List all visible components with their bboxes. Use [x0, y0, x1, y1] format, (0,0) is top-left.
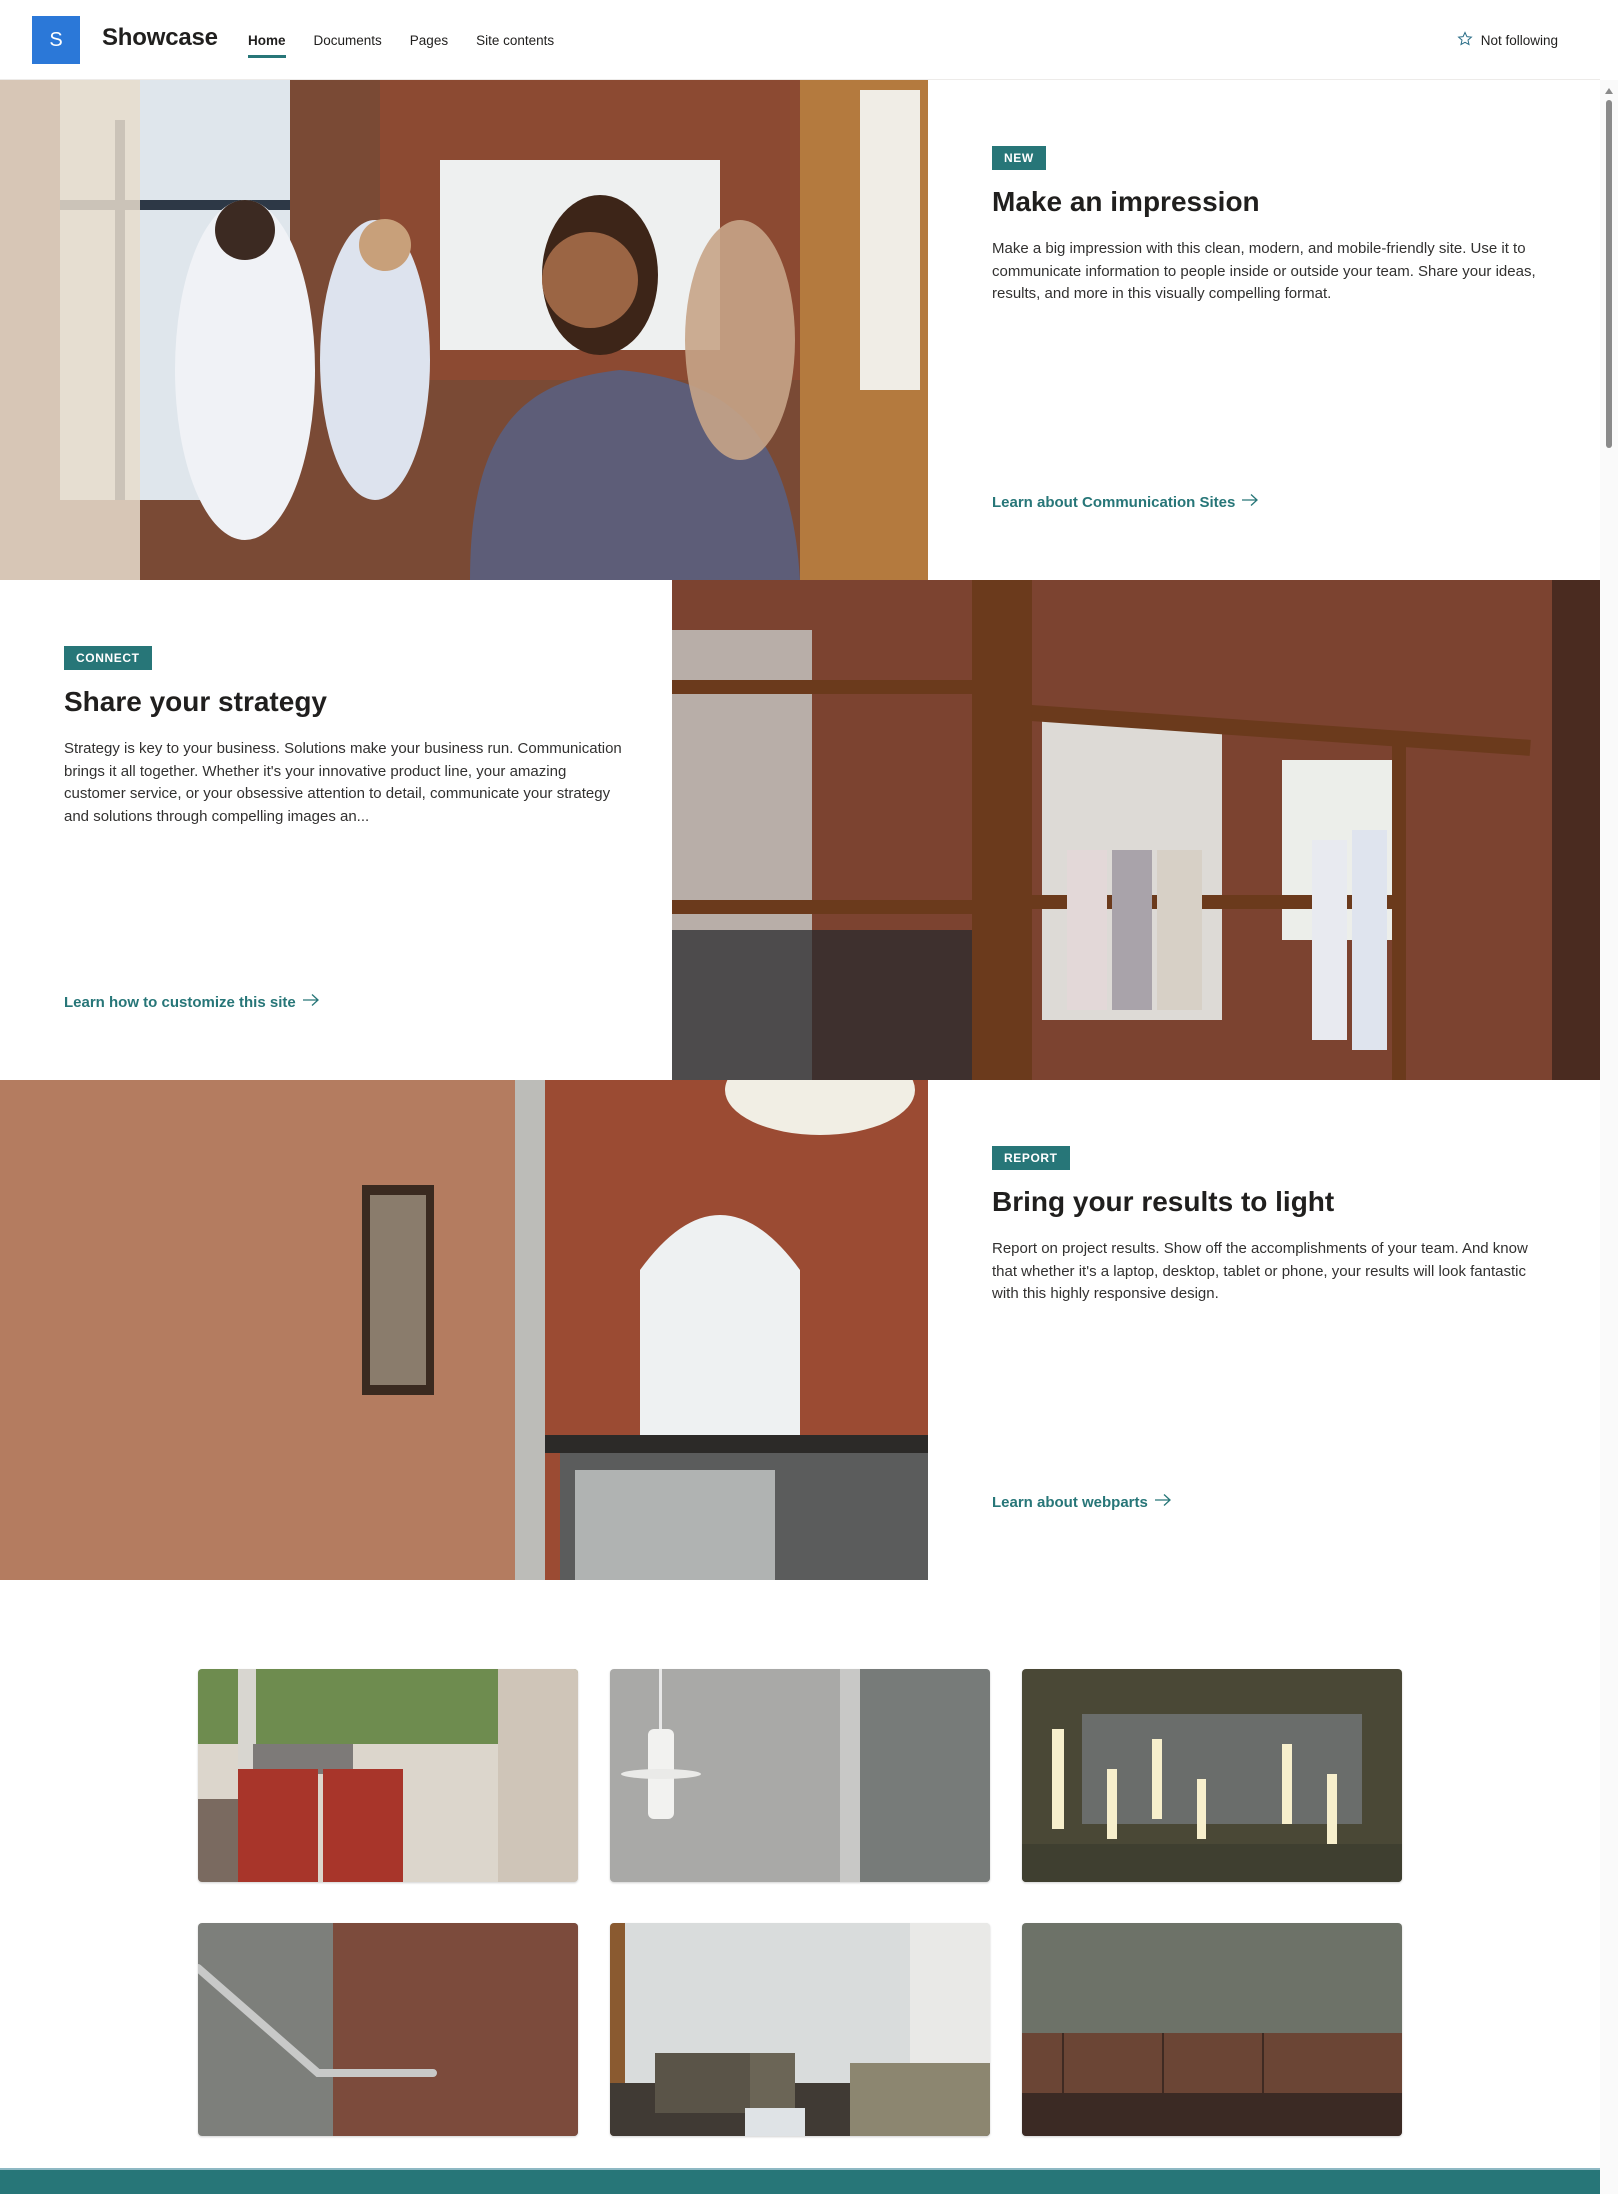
nav-site-contents[interactable]: Site contents — [476, 0, 568, 80]
learn-customize-site-link[interactable]: Learn how to customize this site — [64, 993, 320, 1011]
link-label: Learn about Communication Sites — [992, 493, 1236, 511]
learn-communication-sites-link[interactable]: Learn about Communication Sites — [992, 493, 1259, 511]
gallery-tile-red-chairs[interactable] — [198, 1669, 578, 1882]
hero-image-brick-lobby — [0, 1080, 928, 1580]
gallery-tile-pendant-lamp[interactable] — [610, 1669, 990, 1882]
learn-webparts-link[interactable]: Learn about webparts — [992, 1493, 1172, 1511]
footer-band — [0, 2168, 1600, 2194]
section-description: Make a big impression with this clean, m… — [992, 240, 1536, 302]
gallery-tile-lobby-seating[interactable] — [610, 1923, 990, 2136]
follow-label: Not following — [1480, 32, 1558, 48]
gallery-tile-handrail[interactable] — [198, 1923, 578, 2136]
nav-home[interactable]: Home — [248, 0, 300, 80]
section-title: Make an impression — [992, 186, 1260, 217]
link-label: Learn about webparts — [992, 1493, 1148, 1511]
site-logo[interactable]: S — [32, 16, 80, 64]
section-title: Share your strategy — [64, 686, 327, 717]
nav-pages[interactable]: Pages — [410, 0, 462, 80]
follow-button[interactable]: Not following — [1457, 0, 1558, 80]
hero-text-panel: CONNECT Share your strategy Strategy is … — [0, 580, 672, 1080]
nav-documents[interactable]: Documents — [314, 0, 396, 80]
hero-section-strategy: CONNECT Share your strategy Strategy is … — [0, 580, 1600, 1080]
category-badge: REPORT — [992, 1146, 1070, 1170]
page-scrollbar[interactable] — [1600, 80, 1618, 2194]
hero-section-impression: NEW Make an impression Make a big impres… — [0, 80, 1600, 580]
hero-section-results: REPORT Bring your results to light Repor… — [0, 1080, 1600, 1580]
site-header: S Showcase Home Documents Pages Site con… — [0, 0, 1600, 80]
category-badge: CONNECT — [64, 646, 152, 670]
category-badge: NEW — [992, 146, 1046, 170]
top-navigation: Home Documents Pages Site contents — [248, 0, 582, 80]
site-title[interactable]: Showcase — [102, 24, 218, 52]
scroll-up-arrow-icon[interactable] — [1605, 88, 1613, 94]
scrollbar-thumb[interactable] — [1606, 100, 1612, 448]
hero-text-panel: NEW Make an impression Make a big impres… — [928, 80, 1600, 580]
hero-image-team-meeting — [0, 80, 928, 580]
section-description: Strategy is key to your business. Soluti… — [64, 740, 622, 825]
hero-text-panel: REPORT Bring your results to light Repor… — [928, 1080, 1600, 1580]
section-description: Report on project results. Show off the … — [992, 1240, 1528, 1302]
arrow-right-icon — [1241, 493, 1259, 511]
gallery-tile-hanging-lights[interactable] — [1022, 1669, 1402, 1882]
hero-image-glass-office — [672, 580, 1600, 1080]
star-outline-icon — [1457, 30, 1473, 50]
arrow-right-icon — [302, 993, 320, 1011]
arrow-right-icon — [1154, 1493, 1172, 1511]
gallery-tile-bench-seats[interactable] — [1022, 1923, 1402, 2136]
link-label: Learn how to customize this site — [64, 993, 296, 1011]
section-title: Bring your results to light — [992, 1186, 1335, 1217]
